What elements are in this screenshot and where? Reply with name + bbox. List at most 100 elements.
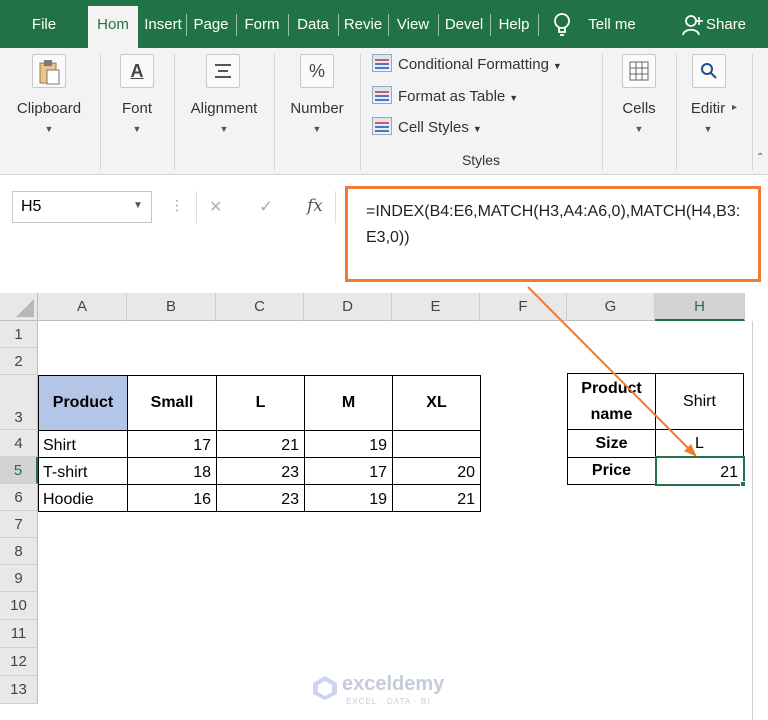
row-header-5[interactable]: 5 bbox=[0, 457, 38, 484]
table-cell[interactable]: T-shirt bbox=[38, 457, 128, 485]
formula-buttons: ✕ ✓ fx bbox=[196, 191, 336, 223]
select-all-corner[interactable] bbox=[0, 293, 38, 321]
table-cell[interactable] bbox=[392, 430, 481, 458]
collapse-ribbon-icon[interactable]: ⌃ bbox=[756, 152, 764, 163]
editing-group[interactable]: Editir ▼ bbox=[678, 48, 738, 174]
lookup-value-product-name[interactable]: Shirt bbox=[655, 373, 744, 430]
alignment-group[interactable]: Alignment ▼ bbox=[176, 48, 272, 174]
font-group[interactable]: A Font ▼ bbox=[102, 48, 172, 174]
tab-file[interactable]: File bbox=[14, 0, 74, 48]
table-cell[interactable]: 23 bbox=[216, 484, 305, 512]
row-header-13[interactable]: 13 bbox=[0, 676, 38, 704]
number-group[interactable]: % Number ▼ bbox=[276, 48, 358, 174]
table-header-xl[interactable]: XL bbox=[392, 375, 481, 431]
dots-icon: ⋮ bbox=[170, 197, 184, 213]
column-header-g[interactable]: G bbox=[567, 293, 655, 321]
table-cell[interactable]: 19 bbox=[304, 430, 393, 458]
cells-grid-icon bbox=[622, 54, 656, 88]
table-cell[interactable]: 16 bbox=[127, 484, 217, 512]
chevron-right-icon[interactable]: ▸ bbox=[732, 102, 737, 113]
table-cell[interactable]: 19 bbox=[304, 484, 393, 512]
column-header-c[interactable]: C bbox=[216, 293, 304, 321]
paste-icon bbox=[32, 54, 66, 88]
lookup-label-product-name[interactable]: Product name bbox=[567, 373, 656, 430]
conditional-formatting-button[interactable]: Conditional Formatting ▼ bbox=[372, 52, 562, 78]
lookup-value-size[interactable]: L bbox=[655, 429, 744, 458]
chevron-down-icon: ▼ bbox=[312, 124, 322, 134]
chevron-down-icon: ▼ bbox=[472, 124, 482, 134]
formula-input[interactable]: =INDEX(B4:E6,MATCH(H3,A4:A6,0),MATCH(H4,… bbox=[345, 186, 761, 282]
table-cell[interactable]: 21 bbox=[392, 484, 481, 512]
fx-icon[interactable]: fx bbox=[307, 196, 323, 216]
chevron-down-icon: ▼ bbox=[552, 61, 562, 71]
column-header-a[interactable]: A bbox=[38, 293, 127, 321]
row-header-9[interactable]: 9 bbox=[0, 565, 38, 592]
table-cell[interactable]: Hoodie bbox=[38, 484, 128, 512]
table-cell[interactable]: 17 bbox=[127, 430, 217, 458]
column-header-f[interactable]: F bbox=[480, 293, 567, 321]
row-header-10[interactable]: 10 bbox=[0, 592, 38, 620]
tab-insert[interactable]: Insert bbox=[142, 0, 184, 48]
number-label: Number bbox=[290, 100, 344, 117]
tab-view[interactable]: View bbox=[390, 0, 436, 48]
row-header-12[interactable]: 12 bbox=[0, 648, 38, 676]
table-cell[interactable]: 21 bbox=[216, 430, 305, 458]
font-label: Font bbox=[121, 100, 152, 117]
ribbon-home: Clipboard ▼ A Font ▼ Alignment ▼ % Numbe… bbox=[0, 48, 768, 175]
share-button[interactable]: Share bbox=[706, 0, 762, 48]
alignment-label: Alignment bbox=[190, 100, 258, 117]
chevron-down-icon: ▼ bbox=[132, 124, 142, 134]
cells-group[interactable]: Cells ▼ bbox=[604, 48, 674, 174]
chevron-down-icon: ▼ bbox=[219, 124, 229, 134]
align-icon bbox=[206, 54, 240, 88]
editing-label: Editir bbox=[690, 100, 726, 117]
row-header-1[interactable]: 1 bbox=[0, 321, 38, 348]
table-header-m[interactable]: M bbox=[304, 375, 393, 431]
column-header-e[interactable]: E bbox=[392, 293, 480, 321]
row-header-3[interactable]: 3 bbox=[0, 375, 38, 430]
cancel-icon[interactable]: ✕ bbox=[209, 197, 222, 217]
column-header-b[interactable]: B bbox=[127, 293, 216, 321]
row-header-2[interactable]: 2 bbox=[0, 348, 38, 375]
tab-data[interactable]: Data bbox=[290, 0, 336, 48]
lookup-label-price[interactable]: Price bbox=[567, 457, 656, 485]
column-header-d[interactable]: D bbox=[304, 293, 392, 321]
tab-home[interactable]: Hom bbox=[88, 6, 138, 48]
row-header-11[interactable]: 11 bbox=[0, 620, 38, 648]
tab-review[interactable]: Revie bbox=[340, 0, 386, 48]
tab-page-layout[interactable]: Page bbox=[188, 0, 234, 48]
chevron-down-icon: ▼ bbox=[509, 93, 519, 103]
chevron-down-icon: ▼ bbox=[703, 124, 713, 134]
table-cell[interactable]: 18 bbox=[127, 457, 217, 485]
fill-handle[interactable] bbox=[740, 481, 746, 487]
cell-styles-button[interactable]: Cell Styles ▼ bbox=[372, 115, 482, 141]
lookup-value-price-selected-cell[interactable]: 21 bbox=[655, 456, 745, 486]
format-as-table-button[interactable]: Format as Table ▼ bbox=[372, 84, 518, 110]
watermark-brand: exceldemy bbox=[342, 673, 445, 695]
formula-bar-area: H5 ▼ ⋮ ✕ ✓ fx =INDEX(B4:E6,MATCH(H3,A4:A… bbox=[0, 175, 768, 293]
table-header-product[interactable]: Product bbox=[38, 375, 128, 431]
table-header-l[interactable]: L bbox=[216, 375, 305, 431]
tab-developer[interactable]: Devel bbox=[440, 0, 488, 48]
table-cell[interactable]: 17 bbox=[304, 457, 393, 485]
name-box[interactable]: H5 ▼ bbox=[12, 191, 152, 223]
tab-help[interactable]: Help bbox=[492, 0, 536, 48]
conditional-formatting-icon bbox=[372, 54, 392, 72]
lightbulb-icon bbox=[552, 12, 572, 38]
table-header-small[interactable]: Small bbox=[127, 375, 217, 431]
row-header-6[interactable]: 6 bbox=[0, 484, 38, 511]
clipboard-group[interactable]: Clipboard ▼ bbox=[0, 48, 98, 174]
table-cell[interactable]: Shirt bbox=[38, 430, 128, 458]
enter-icon[interactable]: ✓ bbox=[259, 197, 273, 217]
tab-formulas[interactable]: Form bbox=[238, 0, 286, 48]
row-header-4[interactable]: 4 bbox=[0, 430, 38, 457]
exceldemy-logo-icon bbox=[312, 675, 338, 701]
row-header-8[interactable]: 8 bbox=[0, 538, 38, 565]
table-cell[interactable]: 20 bbox=[392, 457, 481, 485]
chevron-down-icon[interactable]: ▼ bbox=[133, 200, 143, 211]
lookup-label-size[interactable]: Size bbox=[567, 429, 656, 458]
tell-me-search[interactable]: Tell me bbox=[580, 0, 644, 48]
table-cell[interactable]: 23 bbox=[216, 457, 305, 485]
row-header-7[interactable]: 7 bbox=[0, 511, 38, 538]
column-header-h[interactable]: H bbox=[655, 293, 745, 321]
